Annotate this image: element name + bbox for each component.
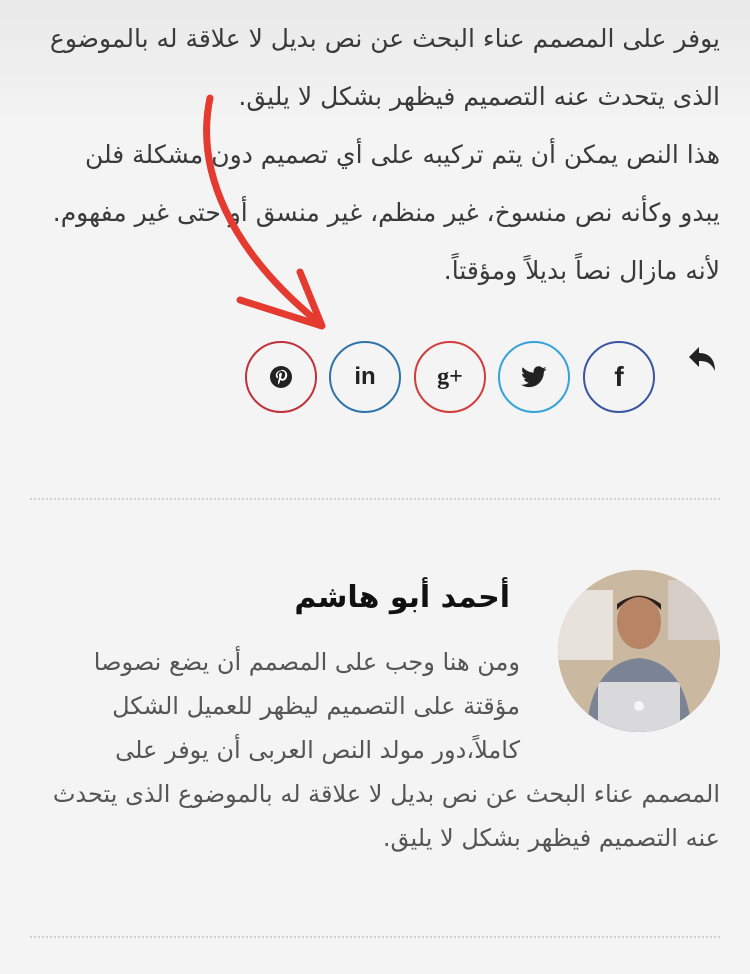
google-plus-icon: g+: [437, 363, 463, 390]
author-bio: ومن هنا وجب على المصمم أن يضع نصوصا مؤقت…: [40, 640, 720, 860]
reply-icon[interactable]: [685, 343, 719, 377]
divider: [30, 498, 720, 500]
google-plus-share-button[interactable]: g+: [414, 341, 486, 413]
author-name: أحمد أبو هاشم: [294, 580, 510, 615]
author-bio-line: ومن هنا وجب على المصمم أن يضع نصوصا: [93, 648, 520, 676]
pinterest-icon: [269, 365, 293, 389]
author-bio-line: مؤقتة على التصميم ليظهر للعميل الشكل: [112, 692, 520, 720]
twitter-share-button[interactable]: [498, 341, 570, 413]
author-bio-line: كاملاً،دور مولد النص العربى أن يوفر على: [115, 736, 520, 764]
article-paragraph-2: هذا النص يمكن أن يتم تركيبه على أي تصميم…: [52, 140, 720, 285]
facebook-icon: f: [614, 361, 624, 392]
twitter-icon: [521, 366, 547, 388]
divider: [30, 936, 720, 938]
article-paragraph-1: يوفر على المصمم عناء البحث عن نص بديل لا…: [49, 24, 720, 111]
share-bar: in g+ f: [245, 341, 715, 417]
facebook-share-button[interactable]: f: [583, 341, 655, 413]
author-bio-line: المصمم عناء البحث عن نص بديل لا علاقة له…: [52, 780, 720, 808]
author-bio-line: عنه التصميم فيظهر بشكل لا يليق.: [382, 824, 720, 852]
article-body: يوفر على المصمم عناء البحث عن نص بديل لا…: [40, 10, 720, 300]
linkedin-share-button[interactable]: in: [329, 341, 401, 413]
linkedin-icon: in: [354, 363, 376, 390]
pinterest-share-button[interactable]: [245, 341, 317, 413]
